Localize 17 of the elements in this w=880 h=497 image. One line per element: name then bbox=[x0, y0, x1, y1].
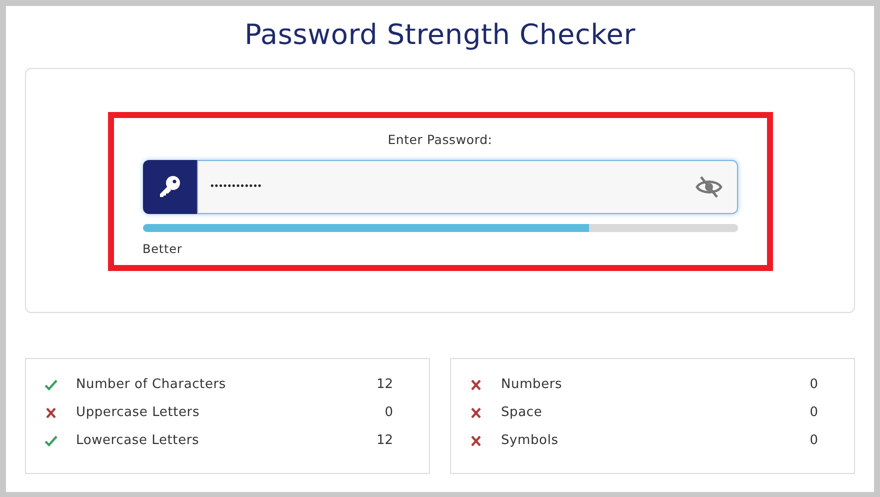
field-label: Enter Password: bbox=[388, 132, 492, 149]
page-title: Password Strength Checker bbox=[243, 18, 637, 53]
eye-slash-icon[interactable] bbox=[694, 175, 722, 199]
criterion-label: Symbols bbox=[501, 433, 560, 448]
criterion-label: Uppercase Letters bbox=[76, 405, 201, 420]
criterion-count: 0 bbox=[810, 433, 818, 448]
criterion-count: 0 bbox=[810, 405, 818, 420]
criterion-label: Numbers bbox=[501, 377, 564, 392]
criterion-count: 12 bbox=[376, 377, 393, 392]
criterion-count: 0 bbox=[810, 377, 818, 392]
criterion-count: 0 bbox=[384, 405, 393, 420]
password-field[interactable]: •••••••••••• bbox=[208, 181, 694, 193]
criterion-count: 12 bbox=[376, 433, 393, 448]
criterion-label: Lowercase Letters bbox=[76, 433, 200, 448]
criterion-label: Number of Characters bbox=[76, 377, 227, 392]
strength-label: Better bbox=[142, 242, 184, 256]
criterion-label: Space bbox=[501, 405, 544, 420]
